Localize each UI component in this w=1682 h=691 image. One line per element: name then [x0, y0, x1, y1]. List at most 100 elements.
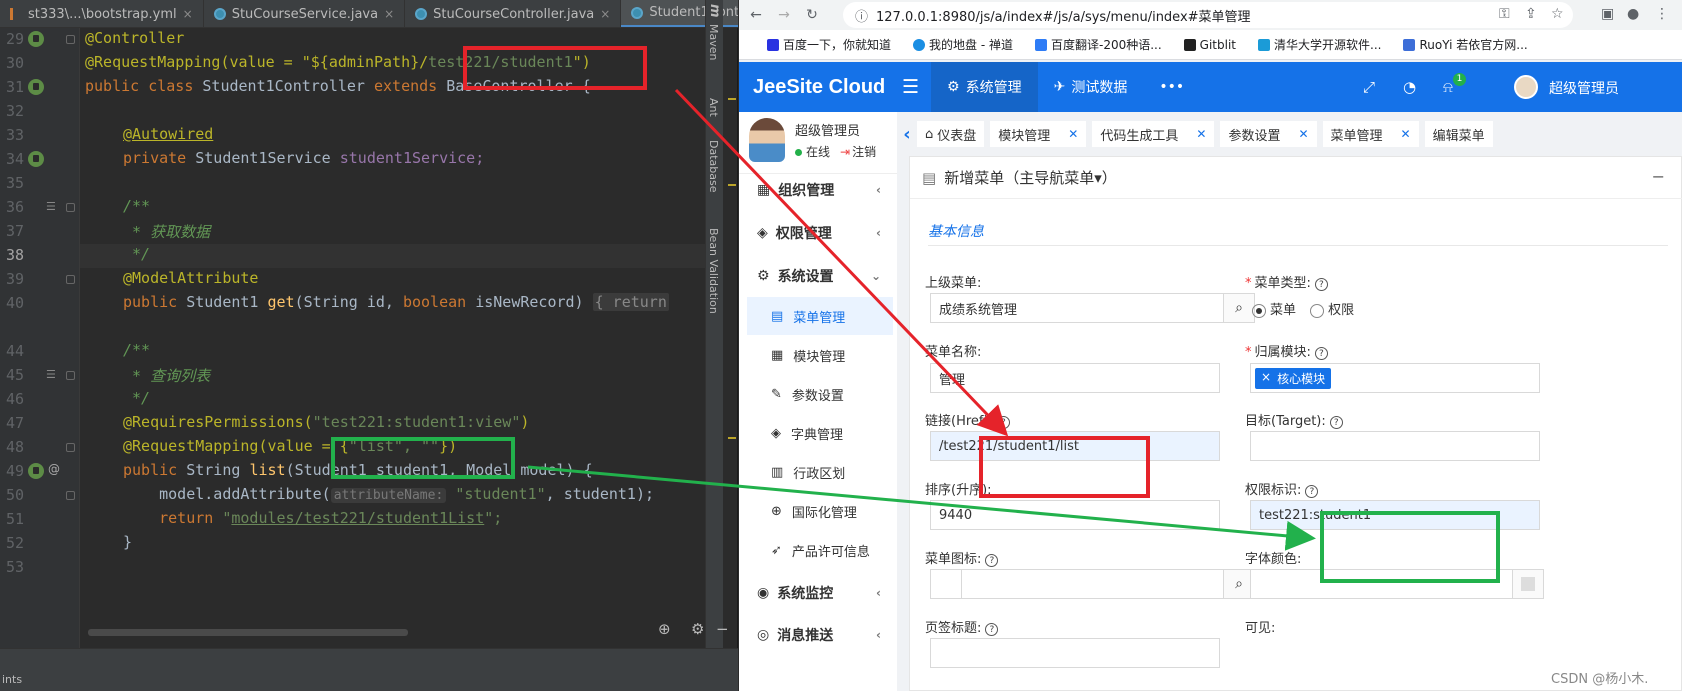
bookmark[interactable]: 我的地盘 - 禅道 [913, 36, 1013, 53]
share-icon[interactable]: ⇪ [1525, 6, 1537, 22]
spring-bean-icon[interactable] [28, 463, 44, 479]
sidebar-item-perm[interactable]: ◈ 权限管理 ‹ [739, 213, 897, 253]
close-icon[interactable]: × [384, 7, 394, 21]
more-button[interactable]: ••• [1143, 62, 1200, 112]
logout-link[interactable]: ⇥ 注销 [840, 143, 876, 160]
tab-bootstrap-yml[interactable]: st333\...\bootstrap.yml × [0, 0, 204, 27]
fullscreen-icon[interactable]: ⤢ [1363, 78, 1375, 96]
sidebar-item-menu-management[interactable]: ▤ 菜单管理 [747, 297, 893, 335]
sort-input[interactable]: 9440 [930, 500, 1220, 530]
code-editor[interactable]: @Controller @RequestMapping(value = "${a… [85, 28, 733, 648]
help-icon[interactable]: ? [1329, 416, 1343, 429]
dashboard-icon[interactable]: ◔ [1403, 78, 1416, 96]
fold-icon[interactable] [66, 35, 75, 44]
warning-stripe[interactable] [728, 98, 736, 100]
bookmark[interactable]: 百度翻译-200种语... [1034, 36, 1162, 53]
back-icon[interactable]: ← [745, 7, 767, 23]
bookmark[interactable]: 清华大学开源软件... [1258, 36, 1381, 53]
address-bar[interactable]: ⓘ 127.0.0.1:8980/js/a/index#/js/a/sys/me… [843, 2, 1573, 28]
panel-title[interactable]: 新增菜单（主导航菜单▾） [944, 167, 1117, 188]
radio-menu[interactable]: 菜单 [1252, 303, 1296, 318]
menu-name-input[interactable]: 管理 [930, 363, 1220, 393]
radio-permission[interactable]: 权限 [1310, 303, 1354, 318]
info-icon[interactable]: ⓘ [855, 6, 868, 25]
close-icon[interactable]: × [183, 7, 193, 21]
maven-icon[interactable]: m [707, 4, 722, 18]
sidebar-item-regions[interactable]: ▥ 行政区划 [747, 453, 893, 491]
forward-icon[interactable]: → [773, 7, 795, 23]
sidebar-item-dictionary[interactable]: ◈ 字典管理 [747, 414, 893, 452]
help-icon[interactable]: ? [1314, 278, 1328, 291]
help-icon[interactable]: ? [1314, 347, 1328, 360]
star-icon[interactable]: ☆ [1551, 6, 1564, 22]
side-panel-database[interactable]: Database [707, 140, 720, 193]
tab-dashboard[interactable]: ⌂ 仪表盘 [917, 121, 985, 147]
close-icon[interactable]: × [600, 7, 610, 21]
reload-icon[interactable]: ↻ [801, 7, 823, 23]
icon-input[interactable] [961, 569, 1225, 599]
key-icon[interactable]: ⚿ [1499, 6, 1510, 22]
horizontal-scrollbar[interactable] [88, 629, 408, 636]
nav-system-management[interactable]: ⚙ 系统管理 [931, 62, 1038, 112]
target-input[interactable] [1250, 431, 1540, 461]
spring-bean-icon[interactable] [28, 151, 44, 167]
tab-stucourseservice[interactable]: StuCourseService.java × [204, 0, 406, 27]
fold-icon[interactable] [66, 275, 75, 284]
fold-icon[interactable] [66, 203, 75, 212]
side-panel-bean-validation[interactable]: Bean Validation [707, 228, 720, 314]
chevron-left-icon[interactable]: ‹ [897, 124, 917, 145]
side-panel-maven[interactable]: Maven [707, 24, 720, 60]
crosshair-icon[interactable]: ⊕ [658, 620, 671, 638]
tab-codegen[interactable]: 代码生成工具 ✕ [1092, 121, 1215, 147]
fold-icon[interactable] [66, 491, 75, 500]
sidepanel-icon[interactable]: ▣ [1601, 6, 1614, 22]
fold-icon[interactable] [66, 443, 75, 452]
avatar[interactable] [1514, 75, 1538, 99]
sidebar-item-message[interactable]: ◎ 消息推送 ‹ [739, 615, 897, 655]
sidebar-item-param-settings[interactable]: ✎ 参数设置 [747, 375, 893, 413]
tab-menu-management[interactable]: 菜单管理 ✕ [1322, 121, 1419, 147]
fold-icon[interactable] [66, 371, 75, 380]
spring-bean-icon[interactable] [28, 31, 44, 47]
close-icon[interactable]: ✕ [1068, 127, 1078, 141]
brand-logo[interactable]: JeeSite Cloud [739, 76, 902, 99]
help-icon[interactable]: ? [985, 554, 999, 567]
bookmark[interactable]: Gitblit [1183, 38, 1236, 52]
profile-icon[interactable]: ● [1627, 6, 1639, 22]
sidebar-item-settings[interactable]: ⚙ 系统设置 ⌄ [739, 256, 897, 296]
top-username[interactable]: 超级管理员 [1549, 78, 1619, 98]
hamburger-icon[interactable]: ☰ [902, 76, 919, 98]
gear-icon[interactable]: ⚙ [691, 620, 704, 638]
side-panel-ant[interactable]: Ant [707, 98, 720, 117]
warning-stripe[interactable] [728, 184, 736, 186]
bookmark[interactable]: RuoYi 若依官方网... [1403, 36, 1528, 53]
page-title-input[interactable] [930, 638, 1220, 668]
help-icon[interactable]: ? [1305, 485, 1319, 498]
warning-stripe[interactable] [728, 437, 736, 439]
remove-icon[interactable]: × [1261, 370, 1271, 387]
tab-param-settings[interactable]: 参数设置 ✕ [1220, 121, 1317, 147]
sidebar-item-org[interactable]: ▦ 组织管理 ‹ [739, 170, 897, 210]
tab-stucoursecontroller[interactable]: StuCourseController.java × [405, 0, 622, 27]
nav-test-data[interactable]: ✈ 测试数据 [1038, 62, 1144, 112]
help-icon[interactable]: ? [985, 623, 999, 636]
bookmark[interactable]: 百度一下，你就知道 [767, 36, 891, 53]
sidebar-item-monitor[interactable]: ◉ 系统监控 ‹ [739, 573, 897, 613]
color-picker-button[interactable] [1512, 569, 1544, 599]
sidebar-item-license[interactable]: ➶ 产品许可信息 [747, 531, 893, 569]
menu-icon[interactable]: ⋮ [1655, 6, 1669, 22]
tab-edit-menu[interactable]: 编辑菜单 [1424, 121, 1493, 147]
minimize-icon[interactable]: − [716, 620, 729, 638]
module-select[interactable]: × 核心模块 [1250, 363, 1540, 393]
parent-menu-input[interactable]: 成绩系统管理 [930, 293, 1224, 323]
close-icon[interactable]: ✕ [1401, 127, 1411, 141]
module-chip[interactable]: × 核心模块 [1255, 367, 1332, 389]
help-icon[interactable]: ? [996, 416, 1010, 429]
sidebar-item-module-management[interactable]: ▦ 模块管理 [747, 336, 893, 374]
bell-icon[interactable]: ⍾ 1 [1443, 73, 1466, 96]
collapse-icon[interactable]: − [1652, 167, 1665, 186]
close-icon[interactable]: ✕ [1196, 127, 1206, 141]
sidebar-item-i18n[interactable]: ⊕ 国际化管理 [747, 492, 893, 530]
close-icon[interactable]: ✕ [1298, 127, 1308, 141]
spring-bean-icon[interactable] [28, 79, 44, 95]
